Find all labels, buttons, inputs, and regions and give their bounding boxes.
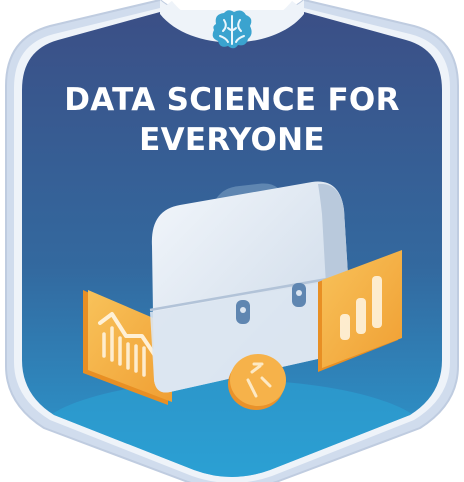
course-badge: [0, 0, 464, 482]
badge-title-line-2: EVERYONE: [139, 122, 325, 158]
badge-title-line-1: DATA SCIENCE FOR: [64, 82, 400, 118]
brain-icon: [212, 10, 252, 49]
badge-artwork: [5, 0, 459, 482]
